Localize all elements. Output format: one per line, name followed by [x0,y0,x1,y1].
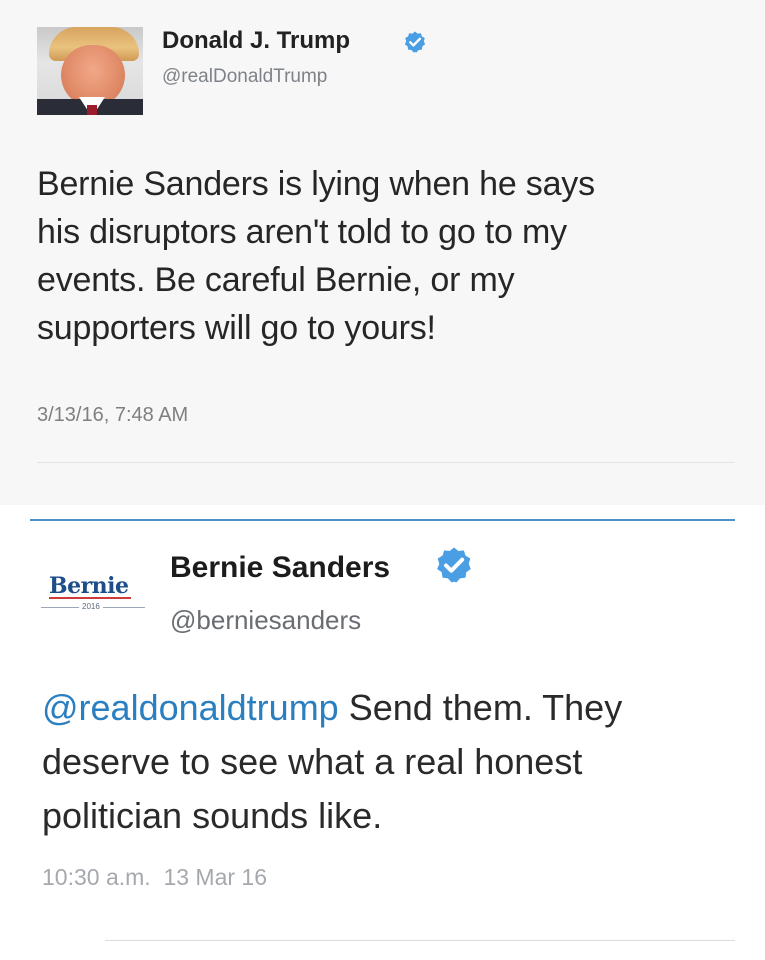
tweet-text-line: events. Be careful Bernie, or my [37,261,515,299]
tweet-trump: Donald J. Trump @realDonaldTrump Bernie … [0,0,765,505]
handle[interactable]: @realDonaldTrump [162,66,327,88]
tweet-timestamp[interactable]: 10:30 a.m. 13 Mar 16 [42,864,267,891]
tweet-timestamp[interactable]: 3/13/16, 7:48 AM [37,404,188,427]
tweet-text-line: Bernie Sanders is lying when he says [37,165,595,203]
avatar-tie [87,105,97,115]
logo-stripe [49,597,131,599]
logo-wordmark: Bernie [49,573,129,599]
tweet-text-line: politician sounds like. [42,795,383,836]
divider [37,462,735,463]
tweet-text-segment: Send them. They [338,687,623,728]
mention-link[interactable]: @realdonaldtrump [42,687,339,728]
tweet-text-line: his disruptors aren't told to go to my [37,213,567,251]
tweet-text: Bernie Sanders is lying when he says his… [37,160,737,352]
display-name[interactable]: Donald J. Trump [162,27,350,55]
display-name[interactable]: Bernie Sanders [170,551,390,585]
tweet-sanders: Bernie 2016 Bernie Sanders @berniesander… [0,521,765,960]
handle[interactable]: @berniesanders [170,605,361,636]
verified-badge-icon [404,31,426,53]
tweet-text-line: supporters will go to yours! [37,309,436,347]
logo-year: 2016 [79,602,103,611]
tweet-text-line: @realdonaldtrump Send them. They [42,681,732,735]
avatar-trump[interactable] [37,27,143,115]
avatar-bernie-logo[interactable]: Bernie 2016 [35,565,150,625]
tweet-text-line: deserve to see what a real honest [42,741,583,782]
tweet-text: @realdonaldtrump Send them. They deserve… [42,681,732,843]
divider [105,940,735,941]
verified-badge-icon [437,547,471,583]
